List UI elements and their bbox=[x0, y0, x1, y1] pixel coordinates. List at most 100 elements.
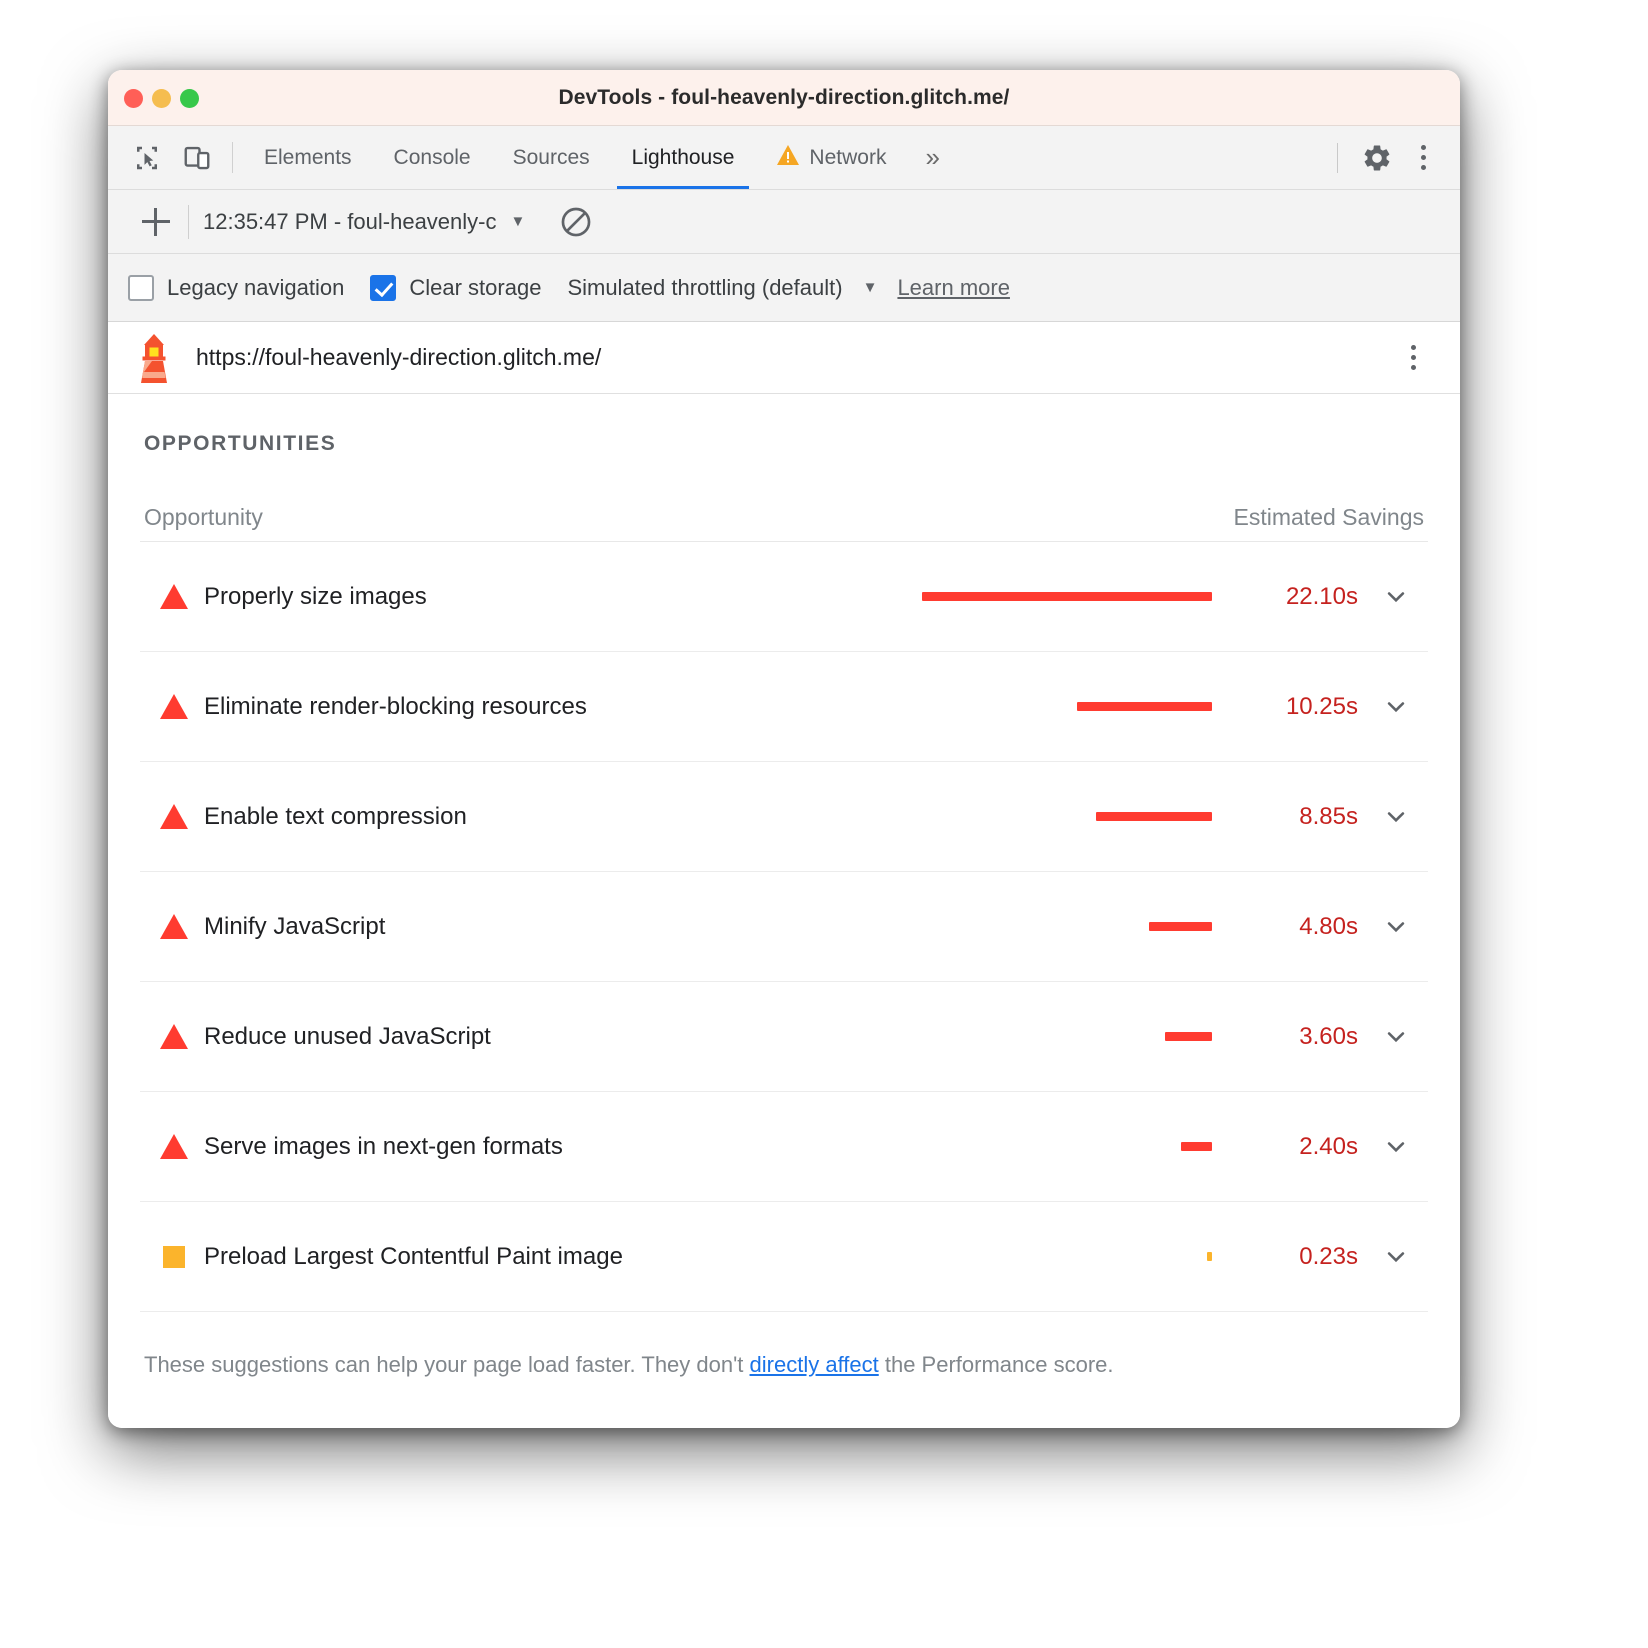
opportunity-row[interactable]: Serve images in next-gen formats 2.40s bbox=[140, 1092, 1428, 1202]
chevron-down-icon[interactable] bbox=[1364, 692, 1428, 722]
opportunity-label: Eliminate render-blocking resources bbox=[204, 693, 916, 721]
opportunity-label: Serve images in next-gen formats bbox=[204, 1133, 916, 1161]
opportunities-column-header: Opportunity Estimated Savings bbox=[140, 456, 1428, 542]
column-header-savings: Estimated Savings bbox=[1234, 504, 1424, 531]
report-select[interactable]: 12:35:47 PM - foul-heavenly-c ▼ bbox=[203, 209, 525, 235]
close-button[interactable] bbox=[124, 89, 143, 108]
chevron-down-icon[interactable] bbox=[1364, 1022, 1428, 1052]
tab-elements[interactable]: Elements bbox=[243, 126, 373, 189]
opportunity-row[interactable]: Properly size images 22.10s bbox=[140, 542, 1428, 652]
report-menu-icon[interactable] bbox=[1390, 335, 1436, 381]
warning-triangle-icon bbox=[160, 584, 188, 609]
plus-icon bbox=[142, 208, 170, 236]
maximize-button[interactable] bbox=[180, 89, 199, 108]
savings-value: 10.25s bbox=[1216, 693, 1364, 721]
tab-label: Console bbox=[394, 146, 471, 170]
report-url-row: https://foul-heavenly-direction.glitch.m… bbox=[108, 322, 1460, 394]
warning-triangle-icon bbox=[144, 1134, 204, 1159]
clear-storage-label: Clear storage bbox=[409, 275, 541, 301]
opportunity-row[interactable]: Preload Largest Contentful Paint image0.… bbox=[140, 1202, 1428, 1312]
savings-bar-cell bbox=[916, 1142, 1216, 1151]
cursor-select-icon[interactable] bbox=[122, 126, 172, 189]
devtools-window: DevTools - foul-heavenly-direction.glitc… bbox=[108, 70, 1460, 1428]
chevron-down-icon[interactable] bbox=[1364, 582, 1428, 612]
opportunities-list: Properly size images 22.10s Eliminate rend… bbox=[140, 542, 1428, 1312]
window-controls[interactable] bbox=[124, 70, 199, 126]
toolbar-divider bbox=[188, 205, 189, 239]
chevron-down-icon: ▼ bbox=[863, 279, 878, 296]
clear-storage-checkbox[interactable] bbox=[370, 275, 396, 301]
legacy-navigation-option[interactable]: Legacy navigation bbox=[128, 275, 344, 301]
tab-label: Sources bbox=[513, 146, 590, 170]
directly-affect-link[interactable]: directly affect bbox=[750, 1352, 879, 1377]
minimize-button[interactable] bbox=[152, 89, 171, 108]
opportunity-row[interactable]: Eliminate render-blocking resources 10.25… bbox=[140, 652, 1428, 762]
footer-suffix: the Performance score. bbox=[879, 1352, 1114, 1377]
warning-triangle-icon bbox=[160, 1024, 188, 1049]
warning-triangle-icon bbox=[160, 1134, 188, 1159]
devtools-tabbar: Elements Console Sources Lighthouse bbox=[108, 126, 1460, 190]
savings-value: 4.80s bbox=[1216, 913, 1364, 941]
opportunity-label: Enable text compression bbox=[204, 803, 916, 831]
savings-value: 3.60s bbox=[1216, 1023, 1364, 1051]
tab-label: Lighthouse bbox=[632, 146, 735, 170]
savings-bar bbox=[1207, 1252, 1212, 1261]
clear-storage-option[interactable]: Clear storage bbox=[370, 275, 541, 301]
no-entry-icon bbox=[559, 205, 593, 239]
lighthouse-icon bbox=[134, 332, 174, 384]
chevron-down-icon[interactable] bbox=[1364, 1242, 1428, 1272]
kebab-menu-icon[interactable] bbox=[1400, 135, 1446, 181]
tab-sources[interactable]: Sources bbox=[492, 126, 611, 189]
savings-bar bbox=[1077, 702, 1212, 711]
tab-network[interactable]: Network bbox=[755, 126, 907, 189]
chevron-down-icon: ▼ bbox=[511, 213, 526, 230]
savings-bar bbox=[1165, 1032, 1212, 1041]
opportunity-label: Preload Largest Contentful Paint image bbox=[204, 1243, 916, 1271]
window-titlebar: DevTools - foul-heavenly-direction.glitc… bbox=[108, 70, 1460, 126]
report-footer-note: These suggestions can help your page loa… bbox=[140, 1312, 1428, 1378]
opportunity-row[interactable]: Minify JavaScript 4.80s bbox=[140, 872, 1428, 982]
opportunity-label: Reduce unused JavaScript bbox=[204, 1023, 916, 1051]
savings-value: 2.40s bbox=[1216, 1133, 1364, 1161]
opportunity-row[interactable]: Reduce unused JavaScript 3.60s bbox=[140, 982, 1428, 1092]
device-toolbar-icon[interactable] bbox=[172, 126, 222, 189]
more-tabs-button[interactable]: » bbox=[907, 126, 957, 189]
square-icon bbox=[144, 1246, 204, 1268]
square-icon bbox=[163, 1246, 185, 1268]
warning-triangle-icon bbox=[160, 694, 188, 719]
tabbar-divider bbox=[232, 142, 233, 173]
opportunity-row[interactable]: Enable text compression 8.85s bbox=[140, 762, 1428, 872]
savings-value: 22.10s bbox=[1216, 583, 1364, 611]
warning-triangle-icon bbox=[144, 694, 204, 719]
savings-bar-cell bbox=[916, 592, 1216, 601]
column-header-opportunity: Opportunity bbox=[144, 504, 263, 531]
report-select-value: 12:35:47 PM - foul-heavenly-c bbox=[203, 209, 497, 235]
actions-divider bbox=[1337, 143, 1338, 173]
throttling-label: Simulated throttling (default) bbox=[567, 275, 842, 301]
window-title: DevTools - foul-heavenly-direction.glitc… bbox=[108, 86, 1460, 110]
chevron-down-icon[interactable] bbox=[1364, 1132, 1428, 1162]
legacy-navigation-label: Legacy navigation bbox=[167, 275, 344, 301]
savings-bar-cell bbox=[916, 1252, 1216, 1261]
panel-tabs: Elements Console Sources Lighthouse bbox=[243, 126, 958, 189]
savings-bar bbox=[922, 592, 1212, 601]
opportunity-label: Properly size images bbox=[204, 583, 916, 611]
tab-console[interactable]: Console bbox=[373, 126, 492, 189]
screenshot-stage: DevTools - foul-heavenly-direction.glitc… bbox=[0, 0, 1648, 1648]
clear-reports-button[interactable] bbox=[559, 205, 593, 239]
opportunity-label: Minify JavaScript bbox=[204, 913, 916, 941]
throttling-select[interactable]: Simulated throttling (default) ▼ bbox=[567, 275, 877, 301]
savings-value: 8.85s bbox=[1216, 803, 1364, 831]
lighthouse-report: OPPORTUNITIES Opportunity Estimated Savi… bbox=[108, 394, 1460, 1428]
report-url: https://foul-heavenly-direction.glitch.m… bbox=[196, 344, 601, 371]
savings-bar-cell bbox=[916, 922, 1216, 931]
learn-more-link[interactable]: Learn more bbox=[897, 275, 1010, 301]
gear-icon[interactable] bbox=[1354, 135, 1400, 181]
legacy-navigation-checkbox[interactable] bbox=[128, 275, 154, 301]
new-report-button[interactable] bbox=[128, 199, 184, 245]
warning-triangle-icon bbox=[144, 584, 204, 609]
warning-triangle-icon bbox=[160, 914, 188, 939]
chevron-down-icon[interactable] bbox=[1364, 802, 1428, 832]
chevron-down-icon[interactable] bbox=[1364, 912, 1428, 942]
tab-lighthouse[interactable]: Lighthouse bbox=[611, 126, 756, 189]
